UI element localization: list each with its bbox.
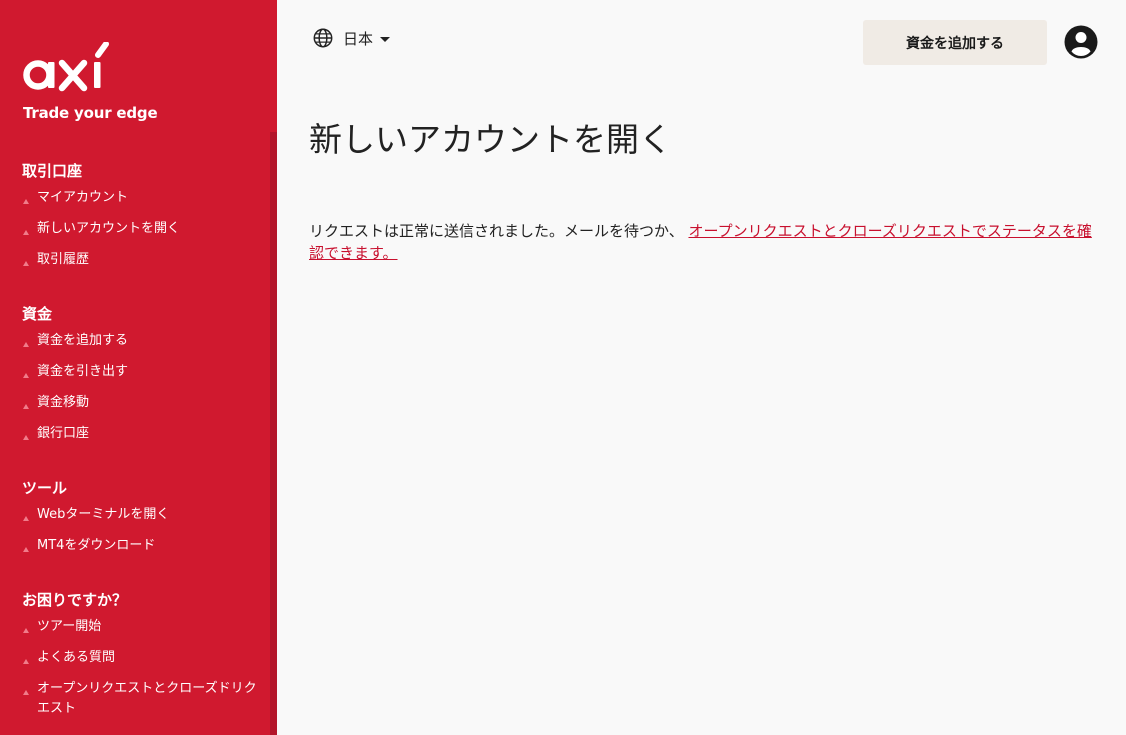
nav-section-tools: ツール Webターミナルを開く MT4をダウンロード bbox=[0, 477, 270, 572]
triangle-bullet-icon bbox=[23, 342, 29, 347]
triangle-bullet-icon bbox=[23, 690, 29, 695]
axi-logo[interactable] bbox=[22, 42, 122, 96]
language-selector[interactable]: 日本 bbox=[312, 26, 391, 50]
nav-list-funds: 資金を追加する 資金を引き出す 資金移動 銀行口座 bbox=[0, 333, 270, 460]
nav-section-help: お困りですか？ ツアー開始 よくある質問 オープンリクエストとクローズドリクエス… bbox=[0, 589, 270, 730]
sidebar-item-bank-accounts[interactable]: 銀行口座 bbox=[0, 426, 270, 460]
triangle-bullet-icon bbox=[23, 435, 29, 440]
triangle-bullet-icon bbox=[23, 230, 29, 235]
sidebar-item-label: よくある質問 bbox=[37, 650, 116, 665]
sidebar-item-label: ツアー開始 bbox=[37, 619, 102, 634]
triangle-bullet-icon bbox=[23, 199, 29, 204]
triangle-bullet-icon bbox=[23, 547, 29, 552]
sidebar-item-label: Webターミナルを開く bbox=[37, 507, 170, 522]
sidebar-item-label: 資金移動 bbox=[37, 395, 90, 410]
sidebar-item-label: MT4をダウンロード bbox=[37, 538, 156, 553]
page-title: 新しいアカウントを開く bbox=[309, 120, 672, 159]
sidebar-item-label: オープンリクエストとクローズドリクエスト bbox=[37, 681, 257, 716]
sidebar-item-label: 取引履歴 bbox=[37, 252, 90, 267]
nav-list-help: ツアー開始 よくある質問 オープンリクエストとクローズドリクエスト bbox=[0, 619, 270, 730]
sidebar-item-trade-history[interactable]: 取引履歴 bbox=[0, 252, 270, 286]
user-account-icon[interactable] bbox=[1064, 25, 1098, 59]
triangle-bullet-icon bbox=[23, 516, 29, 521]
sidebar-item-label: 資金を追加する bbox=[37, 333, 129, 348]
add-funds-button[interactable]: 資金を追加する bbox=[863, 20, 1047, 65]
sidebar-item-label: 資金を引き出す bbox=[37, 364, 129, 379]
sidebar-item-label: 銀行口座 bbox=[37, 426, 90, 441]
nav-heading-help: お困りですか？ bbox=[22, 591, 128, 609]
brand-tagline: Trade your edge bbox=[23, 104, 158, 122]
triangle-bullet-icon bbox=[23, 373, 29, 378]
nav-section-funds: 資金 資金を追加する 資金を引き出す 資金移動 銀行口座 bbox=[0, 303, 270, 460]
sidebar: Trade your edge 取引口座 マイアカウント 新しいアカウントを開く… bbox=[0, 0, 277, 735]
nav-section-trading-accounts: 取引口座 マイアカウント 新しいアカウントを開く 取引履歴 bbox=[0, 160, 270, 286]
nav-list-trading-accounts: マイアカウント 新しいアカウントを開く 取引履歴 bbox=[0, 190, 270, 286]
nav-list-tools: Webターミナルを開く MT4をダウンロード bbox=[0, 507, 270, 572]
nav-heading-funds: 資金 bbox=[22, 305, 53, 323]
nav-heading-trading-accounts: 取引口座 bbox=[22, 162, 83, 180]
sidebar-scrollbar[interactable] bbox=[270, 132, 277, 735]
success-message: リクエストは正常に送信されました。メールを待つか、 オープンリクエストとクローズ… bbox=[309, 220, 1094, 264]
sidebar-item-label: 新しいアカウントを開く bbox=[37, 221, 181, 236]
globe-icon bbox=[313, 28, 333, 48]
triangle-bullet-icon bbox=[23, 261, 29, 266]
sidebar-item-open-closed-requests[interactable]: オープンリクエストとクローズドリクエスト bbox=[0, 681, 270, 730]
sidebar-item-download-mt4[interactable]: MT4をダウンロード bbox=[0, 538, 270, 572]
success-message-text: リクエストは正常に送信されました。メールを待つか、 bbox=[309, 222, 689, 240]
triangle-bullet-icon bbox=[23, 404, 29, 409]
caret-down-icon bbox=[380, 37, 391, 42]
sidebar-item-label: マイアカウント bbox=[37, 190, 129, 205]
language-label: 日本 bbox=[343, 29, 374, 48]
triangle-bullet-icon bbox=[23, 628, 29, 633]
nav-heading-tools: ツール bbox=[22, 479, 68, 497]
triangle-bullet-icon bbox=[23, 659, 29, 664]
